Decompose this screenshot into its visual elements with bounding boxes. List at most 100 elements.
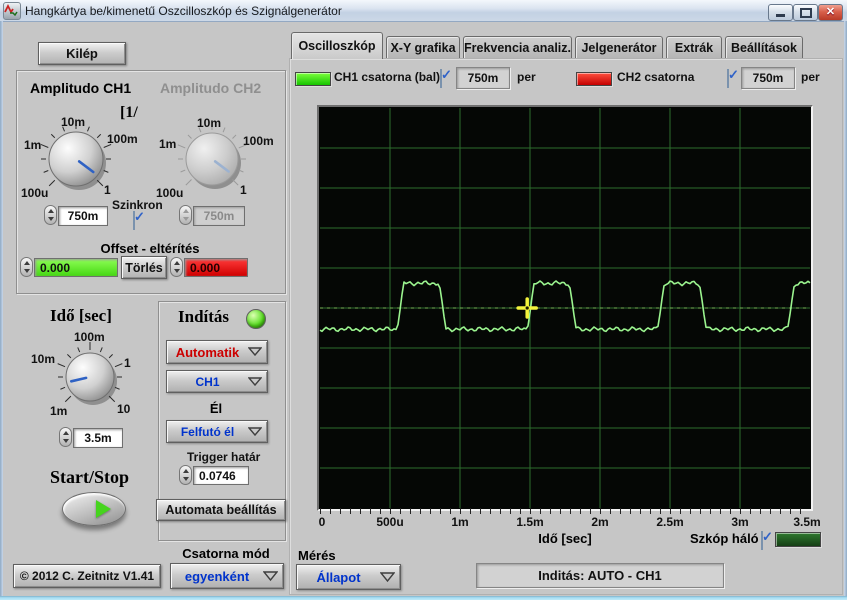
scope-grid-checkbox[interactable] bbox=[761, 531, 763, 550]
tab-xy-graph[interactable]: X-Y grafika bbox=[386, 36, 460, 58]
offset-title: Offset - eltérítés bbox=[100, 241, 200, 256]
x-tick: 500u bbox=[376, 515, 404, 529]
chevron-down-icon bbox=[248, 376, 262, 386]
ch1-per-label: per bbox=[517, 70, 536, 84]
tab-frequency-analysis[interactable]: Frekvencia analiz. bbox=[463, 36, 572, 58]
x-axis-tick-labels: 0 500u 1m 1.5m 2m 2.5m 3m 3.5m bbox=[318, 515, 821, 530]
scale-prefix-label: [1/ bbox=[120, 104, 138, 121]
minimize-button[interactable] bbox=[768, 4, 793, 21]
knob-tick-label: 1m bbox=[50, 404, 68, 418]
chevron-down-icon bbox=[248, 347, 262, 357]
time-spinner[interactable] bbox=[59, 427, 72, 447]
scope-canvas[interactable] bbox=[319, 107, 811, 509]
tab-extras[interactable]: Extrák bbox=[666, 36, 722, 58]
exit-button[interactable]: Kilép bbox=[38, 42, 126, 65]
close-button[interactable]: ✕ bbox=[818, 4, 843, 21]
knob-tick-label: 10m bbox=[61, 115, 86, 129]
trigger-mode-value: Automatik bbox=[175, 344, 240, 360]
scope-grid-label: Szkóp háló bbox=[690, 531, 759, 546]
x-tick: 0 bbox=[318, 515, 326, 529]
offset-clear-button[interactable]: Törlés bbox=[121, 256, 167, 279]
amplitude-ch1-title: Amplitudo CH1 bbox=[30, 80, 132, 96]
trigger-edge-dropdown[interactable]: Felfutó él bbox=[166, 420, 268, 443]
edge-label: Él bbox=[209, 401, 223, 416]
measurement-dropdown[interactable]: Állapot bbox=[296, 564, 401, 590]
x-tick: 3.5m bbox=[793, 515, 821, 529]
x-tick: 1.5m bbox=[516, 515, 544, 529]
close-icon: ✕ bbox=[825, 6, 836, 18]
ch2-visible-checkbox[interactable] bbox=[727, 69, 729, 88]
x-tick: 2m bbox=[591, 515, 609, 529]
x-tick: 1m bbox=[451, 515, 469, 529]
ch2-legend-label: CH2 csatorna bbox=[617, 70, 695, 84]
time-title: Idő [sec] bbox=[50, 306, 112, 325]
app-window: Hangkártya be/kimenetű Oszcilloszkóp és … bbox=[0, 0, 847, 600]
ch2-per-label: per bbox=[801, 70, 820, 84]
offset-ch2-spinner[interactable] bbox=[170, 257, 183, 277]
knob-tick-label: 100u bbox=[21, 186, 49, 200]
ch1-per-value[interactable]: 750m bbox=[456, 67, 510, 89]
tab-signal-generator[interactable]: Jelgenerátor bbox=[575, 36, 663, 58]
offset-ch1-spinner[interactable] bbox=[20, 257, 33, 277]
knob-tick-label: 1 bbox=[240, 183, 247, 197]
chevron-down-icon bbox=[248, 426, 262, 436]
trigger-level-value[interactable]: 0.0746 bbox=[193, 466, 249, 485]
maximize-button[interactable] bbox=[793, 4, 818, 21]
app-icon bbox=[3, 1, 21, 20]
knob-tick-label: 1 bbox=[104, 183, 111, 197]
x-axis-tick-strip bbox=[320, 508, 810, 514]
channel-mode-dropdown[interactable]: egyenként bbox=[170, 563, 284, 589]
minimize-icon bbox=[776, 14, 785, 17]
window-title: Hangkártya be/kimenetű Oszcilloszkóp és … bbox=[25, 3, 342, 18]
ch2-color-swatch bbox=[576, 72, 612, 86]
measurement-value: Állapot bbox=[316, 569, 361, 585]
trigger-level-spinner[interactable] bbox=[179, 465, 192, 485]
window-border-left bbox=[0, 21, 3, 596]
grid-color-swatch[interactable] bbox=[775, 532, 821, 547]
amplitude-ch2-title: Amplitudo CH2 bbox=[160, 80, 262, 96]
trigger-led bbox=[246, 309, 266, 329]
knob-tick-label: 1m bbox=[24, 138, 42, 152]
trigger-title: Indítás bbox=[178, 307, 230, 326]
offset-ch2-value[interactable]: 0.000 bbox=[184, 258, 248, 277]
ch1-legend-label: CH1 csatorna (bal) bbox=[334, 70, 441, 84]
auto-setup-button[interactable]: Automata beállítás bbox=[156, 499, 286, 521]
knob-tick-label: 10m bbox=[197, 116, 222, 130]
title-bar: Hangkártya be/kimenetű Oszcilloszkóp és … bbox=[0, 0, 847, 22]
knob-tick-label: 100m bbox=[107, 132, 138, 146]
chevron-down-icon bbox=[263, 570, 278, 581]
trigger-status-display: Inditás: AUTO - CH1 bbox=[476, 563, 724, 588]
ch2-per-value[interactable]: 750m bbox=[741, 67, 795, 89]
knob-tick-label: 1 bbox=[124, 356, 131, 370]
knob-tick-label: 1m bbox=[159, 137, 177, 151]
play-icon bbox=[95, 500, 111, 518]
x-tick: 3m bbox=[731, 515, 749, 529]
tab-oscilloscope[interactable]: Oscilloszkóp bbox=[291, 32, 383, 59]
startstop-title: Start/Stop bbox=[50, 467, 130, 487]
ch1-color-swatch bbox=[295, 72, 331, 86]
amplitude-ch1-value[interactable]: 750m bbox=[58, 206, 108, 226]
amplitude-ch2-value: 750m bbox=[193, 206, 245, 226]
time-value[interactable]: 3.5m bbox=[73, 428, 123, 448]
x-tick: 2.5m bbox=[656, 515, 684, 529]
knob-tick-label: 10 bbox=[117, 402, 131, 416]
trigger-source-value: CH1 bbox=[195, 374, 220, 389]
trigger-mode-dropdown[interactable]: Automatik bbox=[166, 340, 268, 364]
trigger-source-dropdown[interactable]: CH1 bbox=[166, 370, 268, 393]
amplitude-ch2-spinner bbox=[179, 205, 192, 225]
waveform-icon bbox=[4, 3, 18, 16]
startstop-button[interactable] bbox=[62, 492, 126, 526]
amplitude-ch1-spinner[interactable] bbox=[44, 205, 57, 225]
chevron-down-icon bbox=[380, 571, 395, 582]
knob-tick-label: 100m bbox=[243, 134, 274, 148]
copyright-button[interactable]: © 2012 C. Zeitnitz V1.41 bbox=[13, 564, 161, 588]
offset-ch1-value[interactable]: 0.000 bbox=[34, 258, 118, 277]
knob-tick-label: 10m bbox=[31, 352, 56, 366]
channel-mode-label: Csatorna mód bbox=[182, 546, 270, 561]
ch1-visible-checkbox[interactable] bbox=[440, 69, 442, 88]
channel-mode-value: egyenként bbox=[184, 568, 250, 584]
knob-tick-label: 100m bbox=[74, 330, 105, 344]
szinkron-checkbox[interactable] bbox=[133, 211, 135, 230]
tab-settings[interactable]: Beállítások bbox=[725, 36, 803, 58]
measurement-label: Mérés bbox=[298, 548, 336, 563]
